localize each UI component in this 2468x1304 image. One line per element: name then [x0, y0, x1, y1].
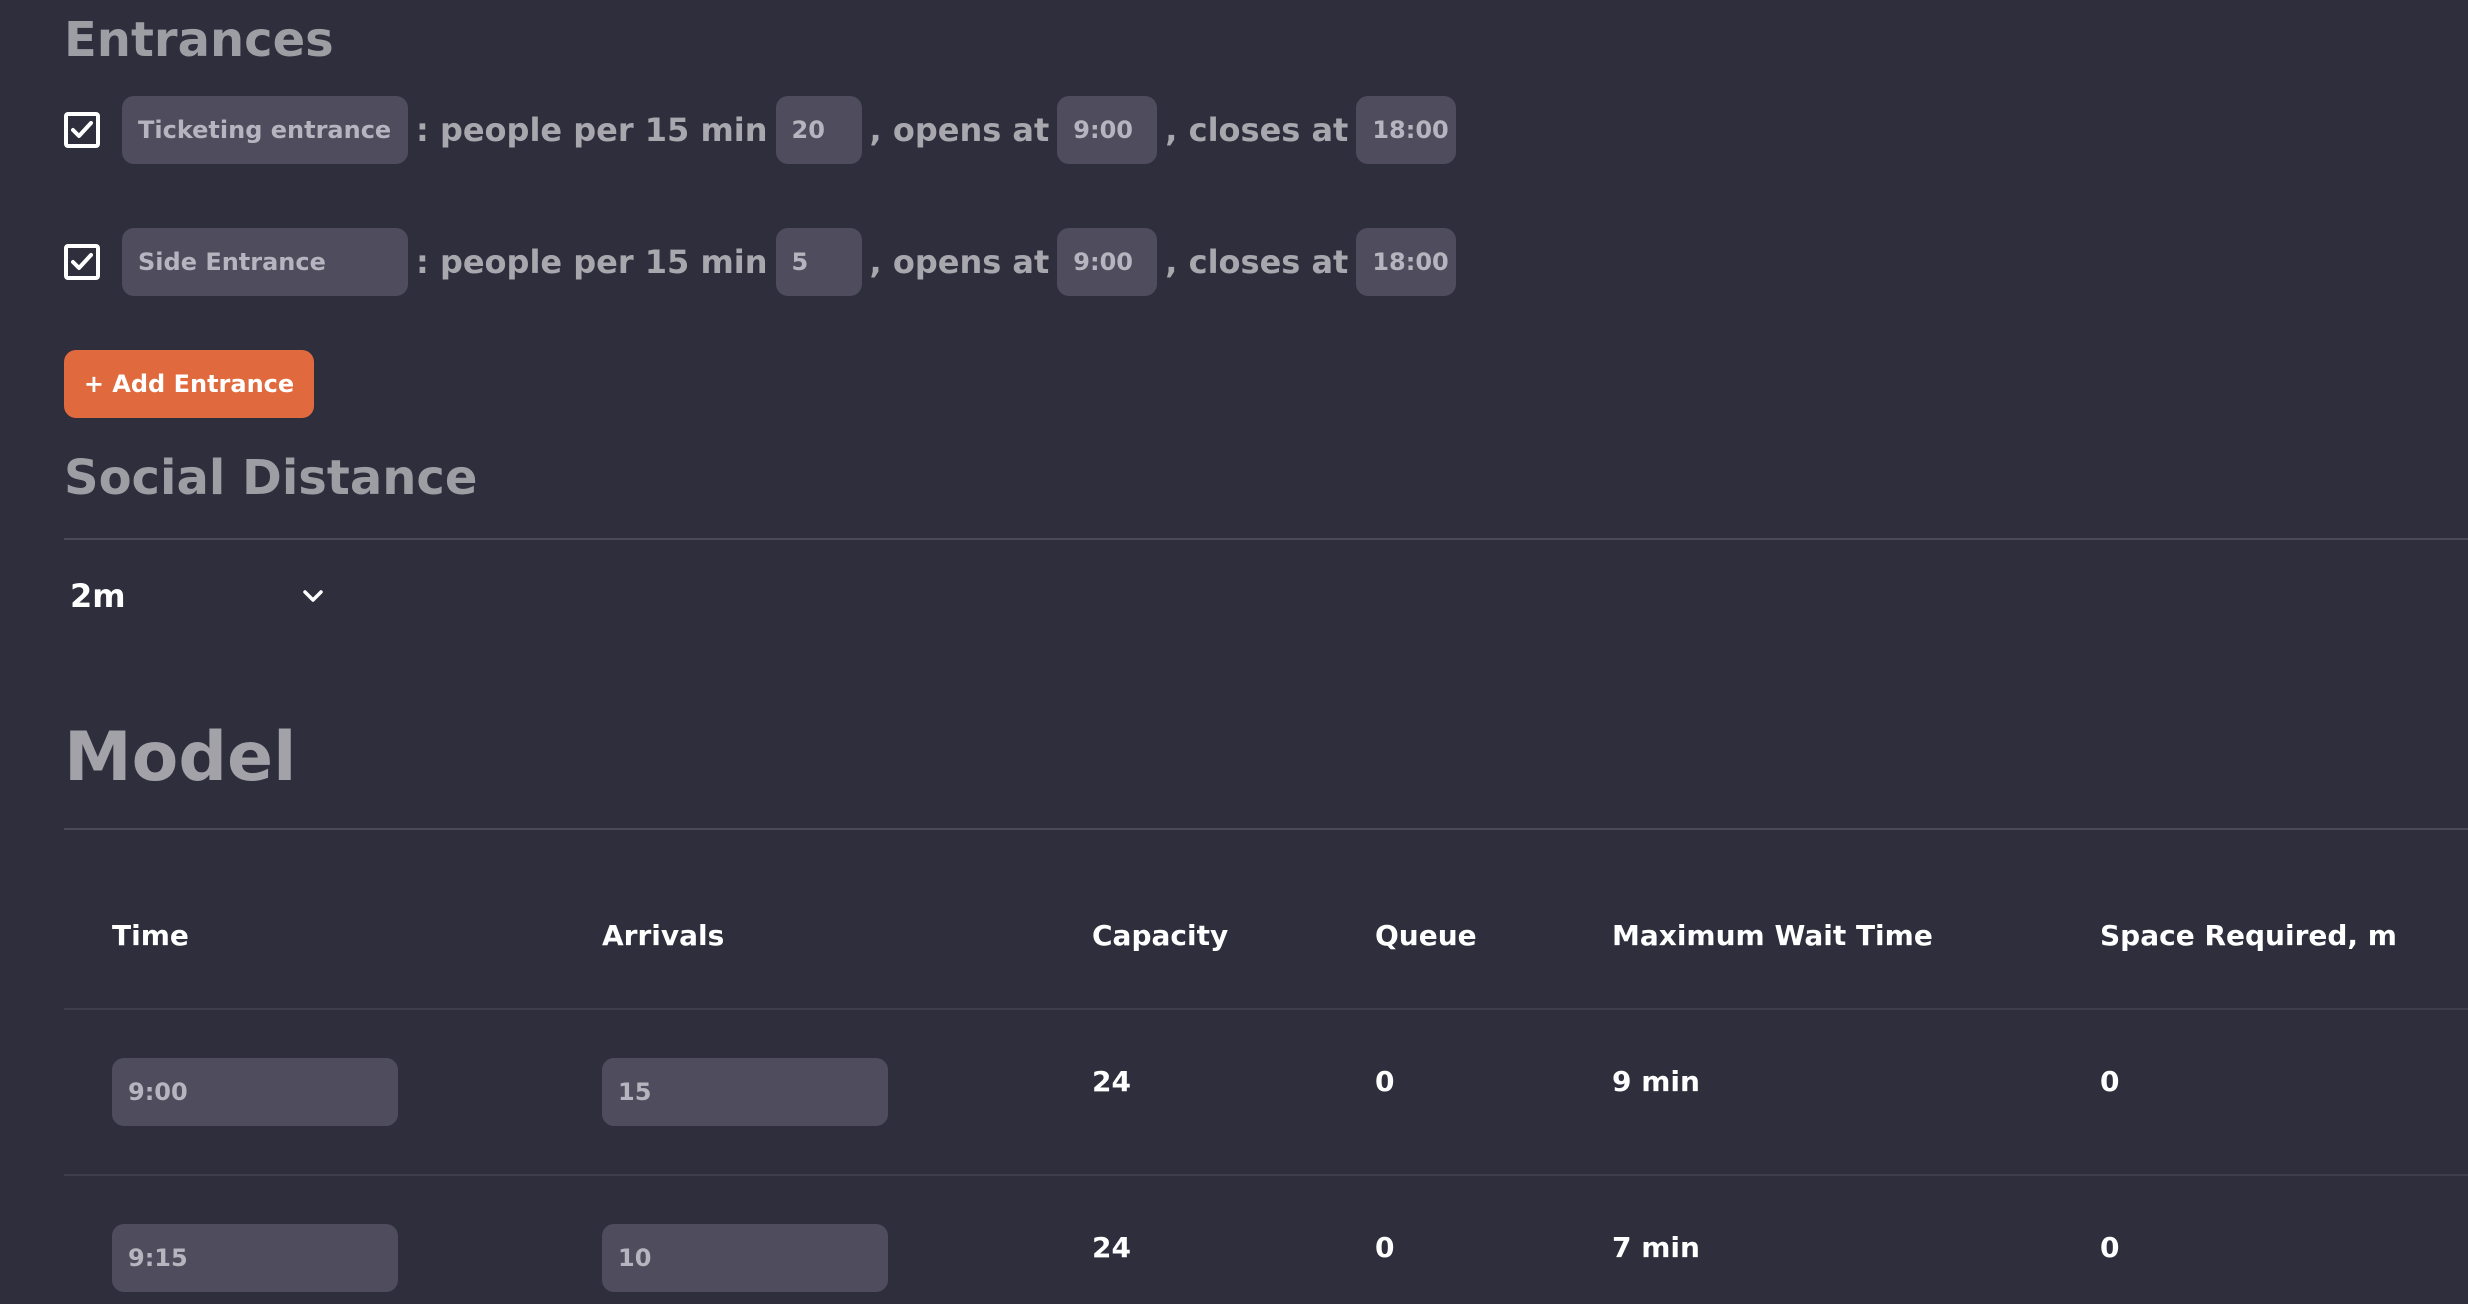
- space-value: 0: [2100, 1231, 2120, 1264]
- column-header-queue: Queue: [1375, 919, 1477, 952]
- opens-input[interactable]: 9:00: [1057, 96, 1158, 164]
- time-input[interactable]: 9:00: [112, 1058, 398, 1126]
- model-heading: Model: [64, 718, 297, 797]
- column-header-max-wait: Maximum Wait Time: [1612, 919, 1933, 952]
- row-divider: [64, 1174, 2468, 1176]
- column-header-capacity: Capacity: [1092, 919, 1229, 952]
- entrance-row: Ticketing entrance : people per 15 min 2…: [64, 96, 1457, 164]
- social-distance-select[interactable]: 2m: [70, 570, 330, 622]
- entrance-name-input[interactable]: Side Entrance: [122, 228, 408, 296]
- rate-label: : people per 15 min: [416, 243, 768, 281]
- time-input[interactable]: 9:15: [112, 1224, 398, 1292]
- divider: [64, 538, 2468, 540]
- row-divider: [64, 1008, 2468, 1010]
- opens-label: , opens at: [869, 111, 1050, 149]
- arrivals-input[interactable]: 15: [602, 1058, 888, 1126]
- queue-value: 0: [1375, 1231, 1395, 1264]
- closes-label: , closes at: [1165, 243, 1349, 281]
- column-header-space: Space Required, m: [2100, 919, 2397, 952]
- capacity-value: 24: [1092, 1065, 1131, 1098]
- opens-input[interactable]: 9:00: [1057, 228, 1158, 296]
- entrance-checkbox[interactable]: [64, 244, 100, 280]
- queue-value: 0: [1375, 1065, 1395, 1098]
- space-value: 0: [2100, 1065, 2120, 1098]
- social-distance-value: 2m: [70, 577, 126, 615]
- checkmark-icon: [71, 253, 93, 270]
- entrance-name-input[interactable]: Ticketing entrance: [122, 96, 408, 164]
- closes-input[interactable]: 18:00: [1356, 228, 1457, 296]
- closes-input[interactable]: 18:00: [1356, 96, 1457, 164]
- entrances-heading: Entrances: [64, 12, 334, 68]
- closes-label: , closes at: [1165, 111, 1349, 149]
- opens-label: , opens at: [869, 243, 1050, 281]
- add-entrance-button[interactable]: + Add Entrance: [64, 350, 314, 418]
- max-wait-value: 7 min: [1612, 1231, 1700, 1264]
- social-distance-heading: Social Distance: [64, 450, 478, 506]
- max-wait-value: 9 min: [1612, 1065, 1700, 1098]
- chevron-down-icon: [303, 590, 323, 602]
- rate-input[interactable]: 20: [775, 96, 862, 164]
- entrance-row: Side Entrance : people per 15 min 5 , op…: [64, 228, 1457, 296]
- checkmark-icon: [71, 121, 93, 138]
- capacity-value: 24: [1092, 1231, 1131, 1264]
- entrance-checkbox[interactable]: [64, 112, 100, 148]
- arrivals-input[interactable]: 10: [602, 1224, 888, 1292]
- rate-input[interactable]: 5: [775, 228, 862, 296]
- column-header-arrivals: Arrivals: [602, 919, 725, 952]
- column-header-time: Time: [112, 919, 189, 952]
- rate-label: : people per 15 min: [416, 111, 768, 149]
- page: Entrances Ticketing entrance : people pe…: [0, 0, 2468, 1304]
- divider: [64, 828, 2468, 830]
